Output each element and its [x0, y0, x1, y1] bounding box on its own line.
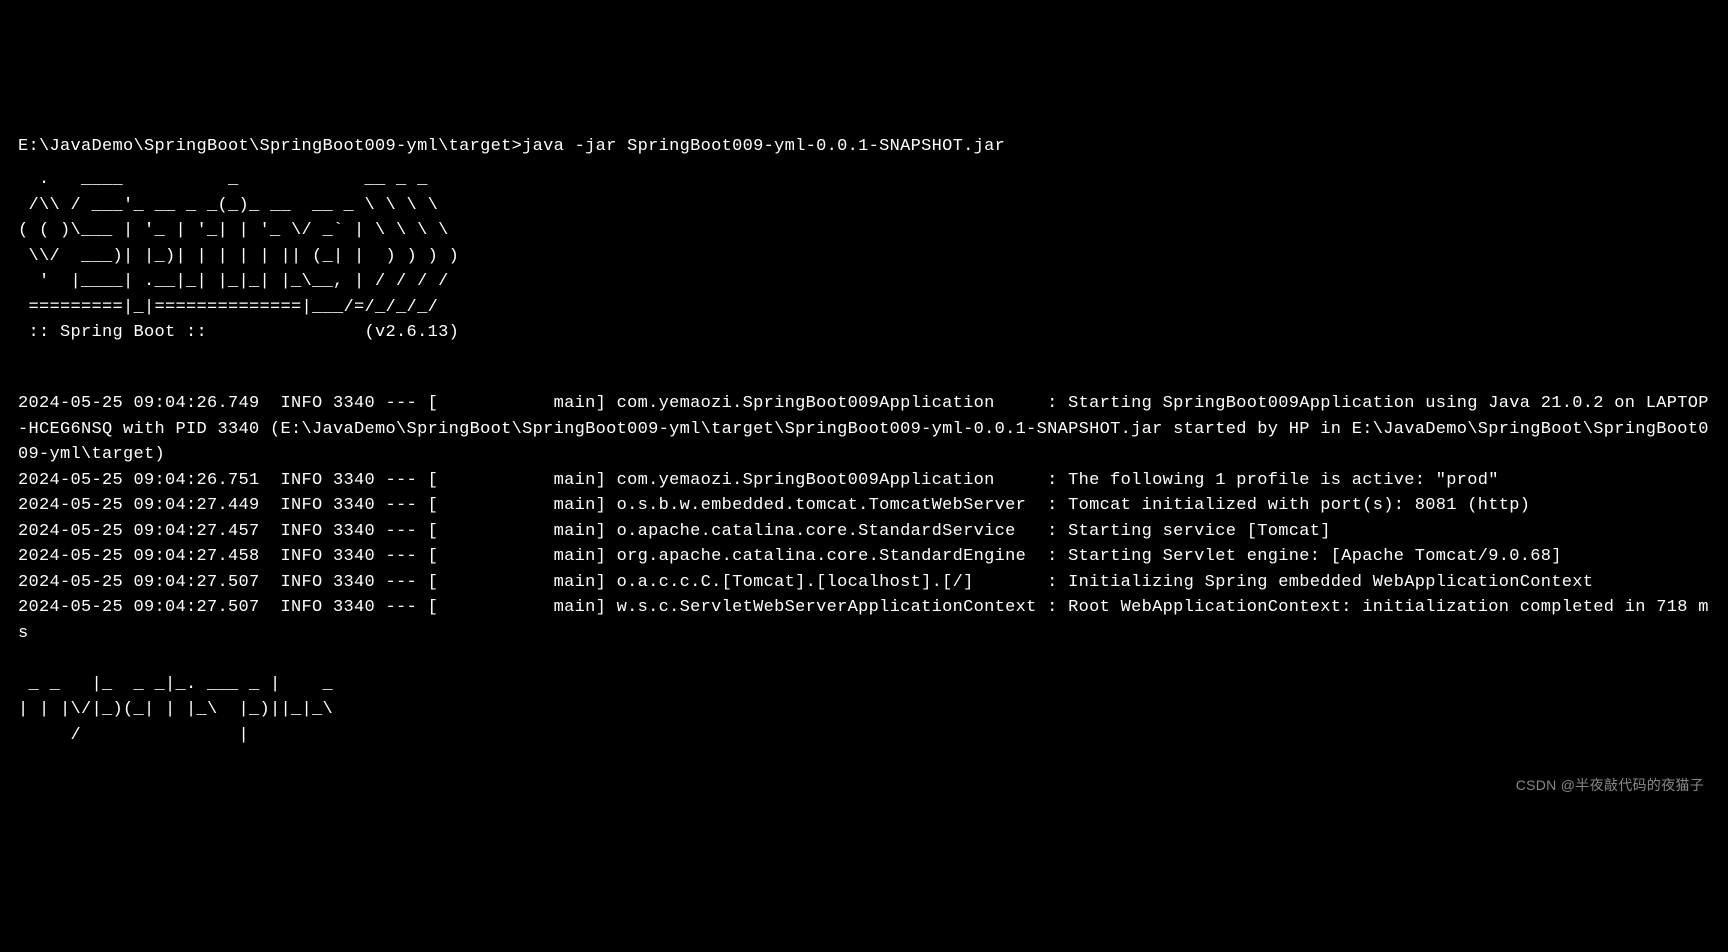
terminal-output: E:\JavaDemo\SpringBoot\SpringBoot009-yml…	[18, 108, 1710, 774]
spring-boot-banner: . ____ _ __ _ _ /\\ / ___'_ __ _ _(_)_ _…	[18, 167, 1710, 346]
log-line: 2024-05-25 09:04:26.749 INFO 3340 --- [ …	[18, 394, 1709, 464]
command-prompt-line: E:\JavaDemo\SpringBoot\SpringBoot009-yml…	[18, 137, 1005, 156]
log-line: 2024-05-25 09:04:27.458 INFO 3340 --- [ …	[18, 547, 1562, 566]
watermark-text: CSDN @半夜敲代码的夜猫子	[1516, 775, 1704, 796]
log-output-block: 2024-05-25 09:04:26.749 INFO 3340 --- [ …	[18, 391, 1710, 646]
log-line: 2024-05-25 09:04:26.751 INFO 3340 --- [ …	[18, 471, 1499, 490]
log-line: 2024-05-25 09:04:27.457 INFO 3340 --- [ …	[18, 522, 1331, 541]
prompt-path: E:\JavaDemo\SpringBoot\SpringBoot009-yml…	[18, 137, 522, 156]
log-line: 2024-05-25 09:04:27.449 INFO 3340 --- [ …	[18, 496, 1530, 515]
log-line: 2024-05-25 09:04:27.507 INFO 3340 --- [ …	[18, 573, 1593, 592]
command-text: java -jar SpringBoot009-yml-0.0.1-SNAPSH…	[522, 137, 1005, 156]
log-line: 2024-05-25 09:04:27.507 INFO 3340 --- [ …	[18, 598, 1709, 643]
mybatis-banner: _ _ |_ _ _|_. ___ _ | _ | | |\/|_)(_| | …	[18, 672, 1710, 749]
